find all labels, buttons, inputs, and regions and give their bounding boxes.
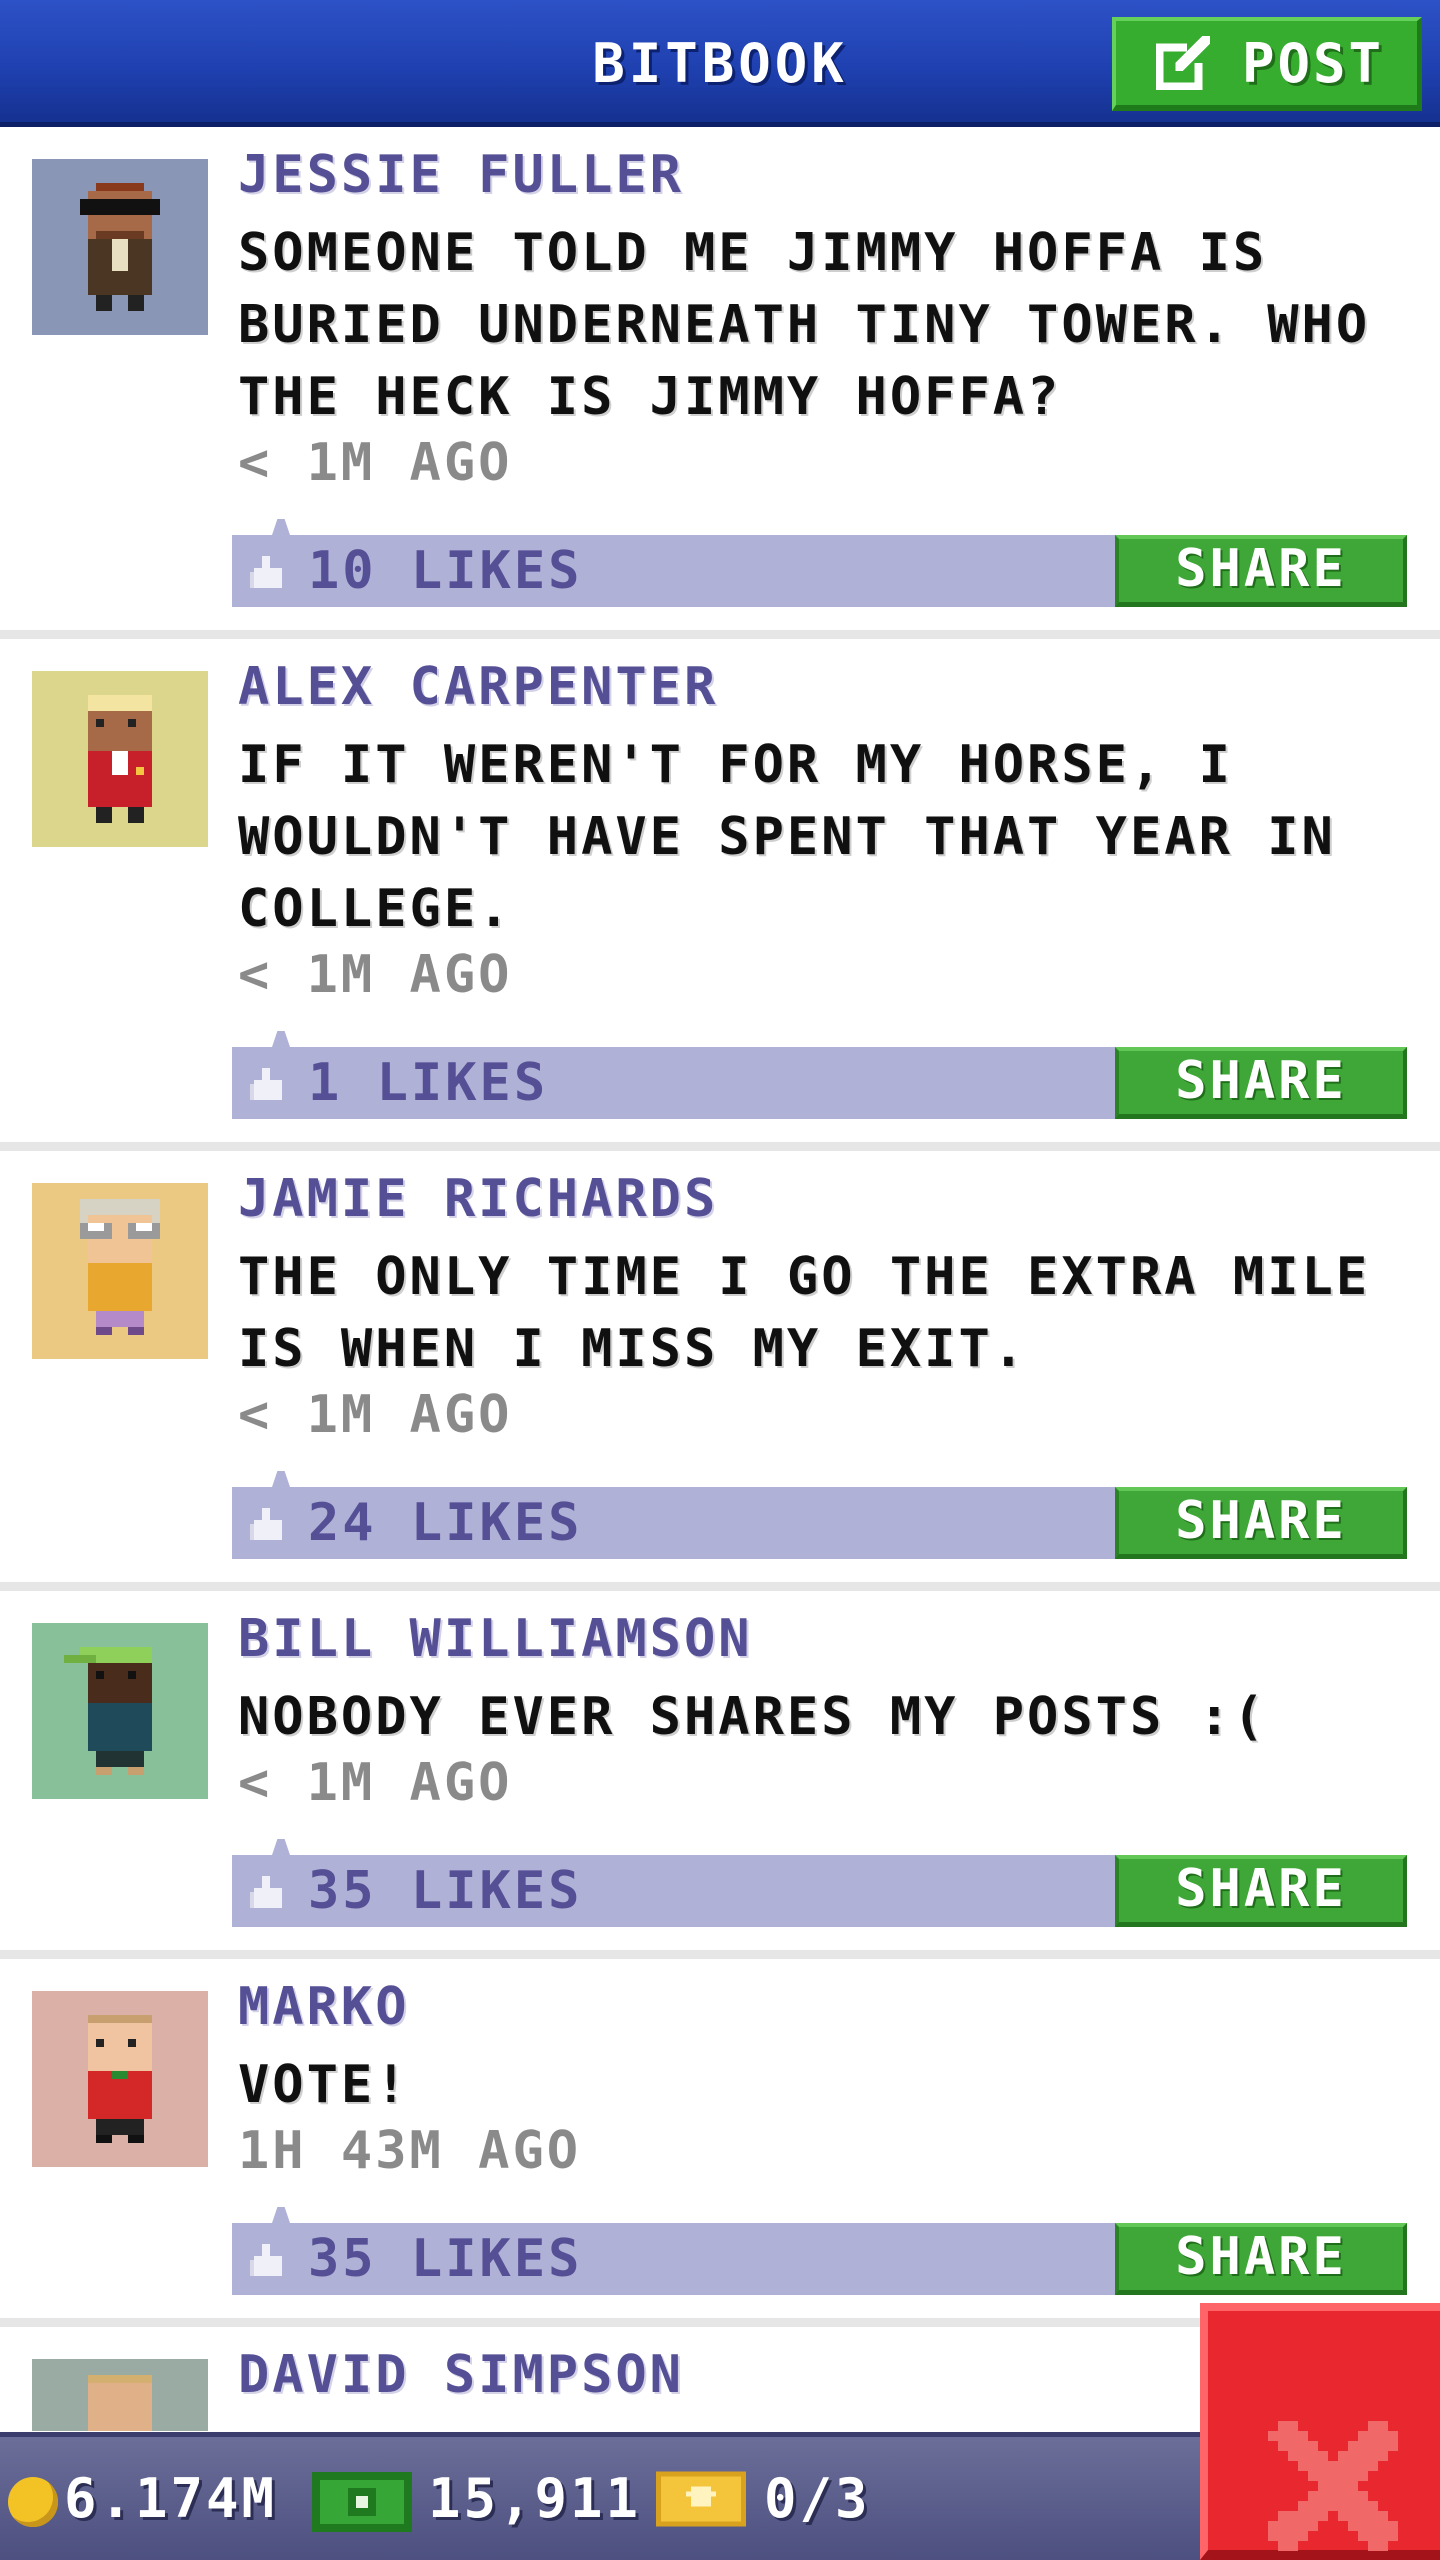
- post-message: VOTE!: [238, 2055, 410, 2115]
- share-button[interactable]: SHARE: [1115, 2223, 1407, 2295]
- like-bar: 1 LIKES SHARE: [232, 1047, 1407, 1119]
- share-button[interactable]: SHARE: [1115, 1855, 1407, 1927]
- post-author[interactable]: MARKO: [238, 1977, 410, 2037]
- post-author[interactable]: JESSIE FULLER: [238, 145, 684, 205]
- post-button-label: POST: [1242, 31, 1385, 95]
- avatar: [32, 1183, 208, 1359]
- avatar: [32, 671, 208, 847]
- bux-amount: 0/3: [764, 2467, 871, 2530]
- likes-count: 35 LIKES: [308, 1861, 583, 1921]
- bux-icon: [656, 2471, 746, 2527]
- post-timestamp: 1H 43M AGO: [238, 2121, 582, 2181]
- thumbs-up-icon[interactable]: [250, 1875, 286, 1909]
- app-header: BITBOOK POST: [0, 0, 1440, 127]
- man-red-shirt-avatar: [88, 2015, 152, 2143]
- like-bar: 10 LIKES SHARE: [232, 535, 1407, 607]
- post-message: THE ONLY TIME I GO THE EXTRA MILE IS WHE…: [238, 1247, 1371, 1379]
- post-message: SOMEONE TOLD ME JIMMY HOFFA IS BURIED UN…: [238, 223, 1371, 427]
- thumbs-up-icon[interactable]: [250, 1067, 286, 1101]
- coin-icon: [8, 2477, 58, 2527]
- blond-man-red-vest-avatar: [88, 695, 152, 823]
- likes-count: 35 LIKES: [308, 2229, 583, 2289]
- thumbs-up-icon[interactable]: [250, 555, 286, 589]
- man-green-cap-avatar: [64, 1647, 152, 1775]
- post-message: IF IT WEREN'T FOR MY HORSE, I WOULDN'T H…: [238, 735, 1336, 939]
- likes-count: 10 LIKES: [308, 541, 583, 601]
- thumbs-up-icon[interactable]: [250, 1507, 286, 1541]
- feed-post: MARKO VOTE! 1H 43M AGO 35 LIKES SHARE: [0, 1959, 1440, 2327]
- post-timestamp: < 1M AGO: [238, 1753, 513, 1813]
- avatar: [32, 1623, 208, 1799]
- bald-man-avatar: [88, 2375, 152, 2431]
- edit-icon: [1155, 35, 1211, 91]
- post-timestamp: < 1M AGO: [238, 945, 513, 1005]
- post-button[interactable]: POST: [1112, 17, 1422, 111]
- old-person-glasses-avatar: [80, 1199, 160, 1335]
- like-bar: 35 LIKES SHARE: [232, 1855, 1407, 1927]
- avatar: [32, 159, 208, 335]
- avatar: [32, 2359, 208, 2431]
- post-message: NOBODY EVER SHARES MY POSTS :(: [238, 1687, 1268, 1747]
- post-author[interactable]: ALEX CARPENTER: [238, 657, 718, 717]
- feed-post: JAMIE RICHARDS THE ONLY TIME I GO THE EX…: [0, 1151, 1440, 1591]
- feed-post: BILL WILLIAMSON NOBODY EVER SHARES MY PO…: [0, 1591, 1440, 1959]
- likes-count: 1 LIKES: [308, 1053, 549, 1113]
- feed-post: JESSIE FULLER SOMEONE TOLD ME JIMMY HOFF…: [0, 127, 1440, 639]
- post-timestamp: < 1M AGO: [238, 1385, 513, 1445]
- man-with-sunglasses-avatar: [80, 183, 160, 311]
- close-icon: [1268, 2421, 1398, 2551]
- like-bar: 24 LIKES SHARE: [232, 1487, 1407, 1559]
- post-timestamp: < 1M AGO: [238, 433, 513, 493]
- thumbs-up-icon[interactable]: [250, 2243, 286, 2277]
- post-author[interactable]: BILL WILLIAMSON: [238, 1609, 753, 1669]
- share-button[interactable]: SHARE: [1115, 1047, 1407, 1119]
- feed-post: ALEX CARPENTER IF IT WEREN'T FOR MY HORS…: [0, 639, 1440, 1151]
- feed: JESSIE FULLER SOMEONE TOLD ME JIMMY HOFF…: [0, 127, 1440, 2527]
- cash-icon: [312, 2472, 412, 2532]
- post-author[interactable]: DAVID SIMPSON: [238, 2345, 684, 2405]
- post-author[interactable]: JAMIE RICHARDS: [238, 1169, 718, 1229]
- share-button[interactable]: SHARE: [1115, 1487, 1407, 1559]
- coins-amount: 6.174M: [64, 2467, 278, 2530]
- avatar: [32, 1991, 208, 2167]
- close-button[interactable]: [1200, 2303, 1440, 2560]
- like-bar: 35 LIKES SHARE: [232, 2223, 1407, 2295]
- likes-count: 24 LIKES: [308, 1493, 583, 1553]
- cash-amount: 15,911: [428, 2467, 642, 2530]
- share-button[interactable]: SHARE: [1115, 535, 1407, 607]
